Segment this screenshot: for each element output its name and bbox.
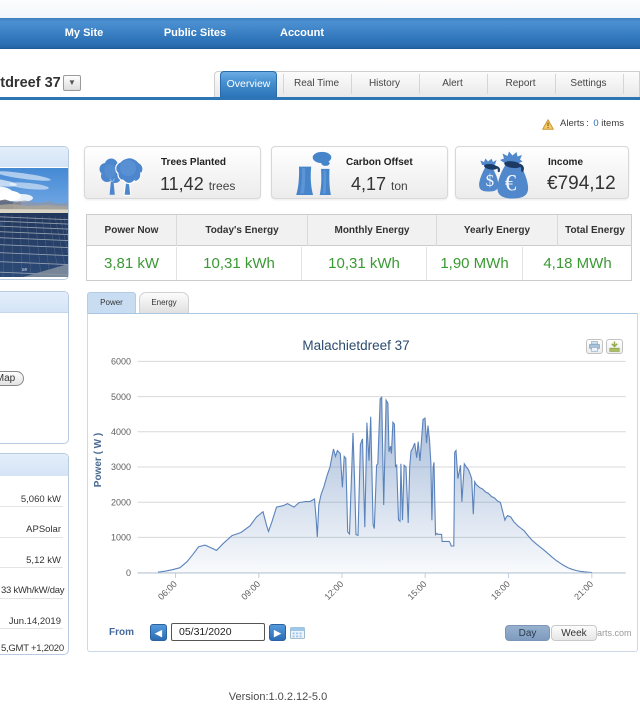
svg-text:5000: 5000 — [111, 392, 131, 402]
svg-text:1000: 1000 — [111, 533, 131, 543]
svg-text:Power ( W ): Power ( W ) — [93, 433, 104, 487]
svg-text:Mr: Mr — [22, 267, 28, 272]
svg-text:18:00: 18:00 — [489, 579, 512, 602]
svg-text:12:00: 12:00 — [322, 579, 345, 602]
svg-text:0: 0 — [126, 568, 131, 578]
svg-text:06:00: 06:00 — [156, 579, 179, 602]
svg-text:6000: 6000 — [111, 357, 131, 367]
svg-text:3000: 3000 — [111, 462, 131, 472]
svg-text:15:00: 15:00 — [406, 579, 429, 602]
svg-text:€: € — [505, 171, 517, 196]
svg-text:2000: 2000 — [111, 497, 131, 507]
svg-text:21:00: 21:00 — [572, 579, 595, 602]
svg-text:$: $ — [486, 171, 495, 190]
svg-text:09:00: 09:00 — [239, 579, 262, 602]
svg-text:Malachietdreef 37: Malachietdreef 37 — [302, 338, 409, 353]
svg-text:4000: 4000 — [111, 427, 131, 437]
